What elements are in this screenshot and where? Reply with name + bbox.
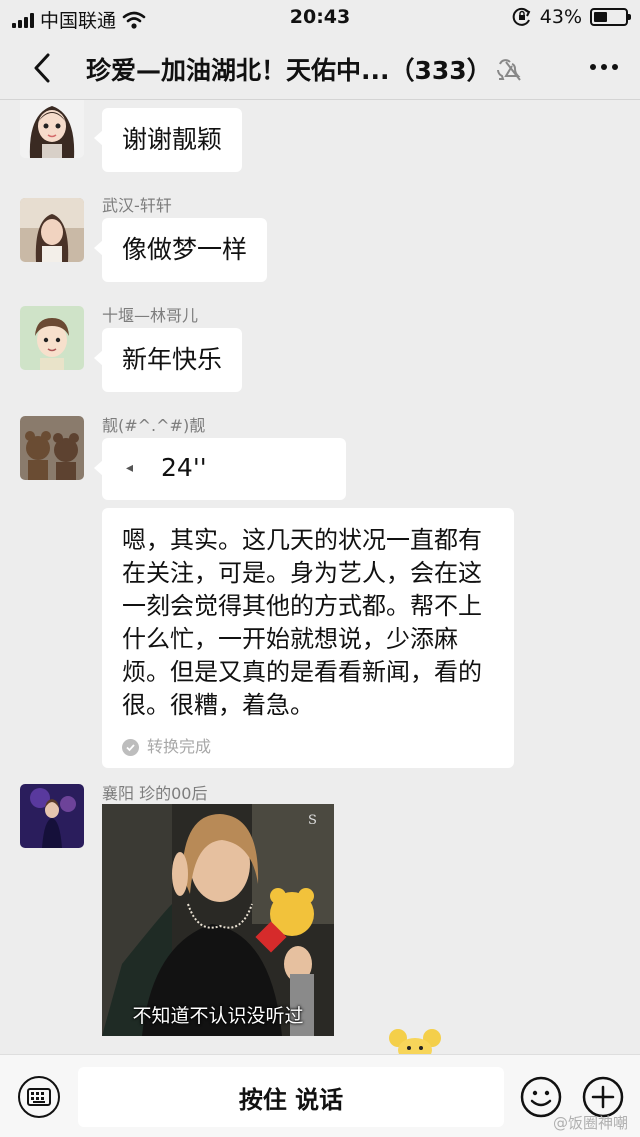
check-icon	[122, 738, 139, 756]
battery-fill	[594, 12, 607, 22]
avatar-cartoon-boy[interactable]	[20, 306, 84, 370]
avatar-performer[interactable]	[20, 784, 84, 848]
watermark: @饭圈神嘲	[552, 1114, 628, 1132]
more-button[interactable]	[590, 64, 618, 70]
avatar-cartoon-girl[interactable]	[20, 100, 84, 158]
avatar-image	[20, 416, 84, 480]
chat-messages[interactable]: 谢谢靓颖 武汉-轩轩 像做梦一样 十堰—林哥儿 新年快乐 靓(#^.^#)靓 ◂…	[0, 100, 640, 1054]
back-icon	[34, 53, 50, 83]
chat-header: 珍爱—加油湖北！天佑中...（333）	[0, 36, 640, 100]
message-bubble[interactable]: 谢谢靓颖	[93, 108, 243, 172]
status-right: 43%	[512, 6, 631, 28]
avatar-user[interactable]	[20, 198, 84, 262]
mouse-sticker[interactable]	[388, 1026, 442, 1054]
more-icon	[590, 64, 618, 70]
avatar-image	[20, 306, 84, 370]
wifi-icon	[122, 11, 146, 29]
avatar-teddy-bears[interactable]	[20, 416, 84, 480]
sender-name: 武汉-轩轩	[102, 196, 172, 215]
input-bar: 按住 说话 @饭圈神嘲	[0, 1054, 640, 1137]
avatar-image	[20, 198, 84, 262]
voice-wave-icon: ◂	[126, 460, 134, 476]
back-button[interactable]	[22, 48, 62, 88]
sender-name: 十堰—林哥儿	[102, 306, 199, 325]
keyboard-icon	[27, 1088, 51, 1106]
keyboard-button[interactable]	[18, 1076, 60, 1118]
carrier-label: 中国联通	[40, 10, 117, 32]
status-left: 中国联通	[12, 6, 146, 33]
sender-name: 襄阳 珍的00后	[102, 784, 208, 803]
image-caption: 不知道不认识没听过	[132, 1005, 304, 1027]
transcript-status: 转换完成	[122, 736, 494, 758]
signal-icon	[12, 12, 34, 28]
avatar-image	[20, 100, 84, 158]
status-bar: 中国联通 20:43 43%	[0, 0, 640, 36]
voice-transcript[interactable]: 嗯，其实。这几天的状况一直都有在关注，可是。身为艺人，会在这一刻会觉得其他的方式…	[102, 508, 514, 768]
image-message[interactable]: S 不知道不认识没听过	[102, 804, 334, 1036]
message-bubble[interactable]: 新年快乐	[93, 328, 243, 392]
message-text: 谢谢靓颖	[122, 125, 223, 154]
voice-message[interactable]: ◂ 24''	[94, 438, 346, 500]
hold-to-talk-button[interactable]: 按住 说话	[78, 1067, 504, 1127]
transcript-status-label: 转换完成	[147, 737, 212, 756]
orientation-lock-icon	[512, 7, 531, 26]
sender-name: 靓(#^.^#)靓	[102, 416, 206, 435]
message-bubble[interactable]: 像做梦一样	[93, 218, 268, 282]
message-text: 像做梦一样	[122, 235, 248, 264]
battery-icon	[590, 8, 631, 26]
transcript-text: 嗯，其实。这几天的状况一直都有在关注，可是。身为艺人，会在这一刻会觉得其他的方式…	[122, 526, 482, 719]
avatar-image	[20, 784, 84, 848]
svg-text:S: S	[308, 813, 317, 828]
mute-icon	[497, 59, 521, 81]
voice-duration: 24''	[161, 453, 207, 482]
message-text: 新年快乐	[122, 345, 223, 374]
battery-percent: 43%	[539, 6, 582, 28]
chat-title: 珍爱—加油湖北！天佑中...（333）	[86, 56, 486, 85]
